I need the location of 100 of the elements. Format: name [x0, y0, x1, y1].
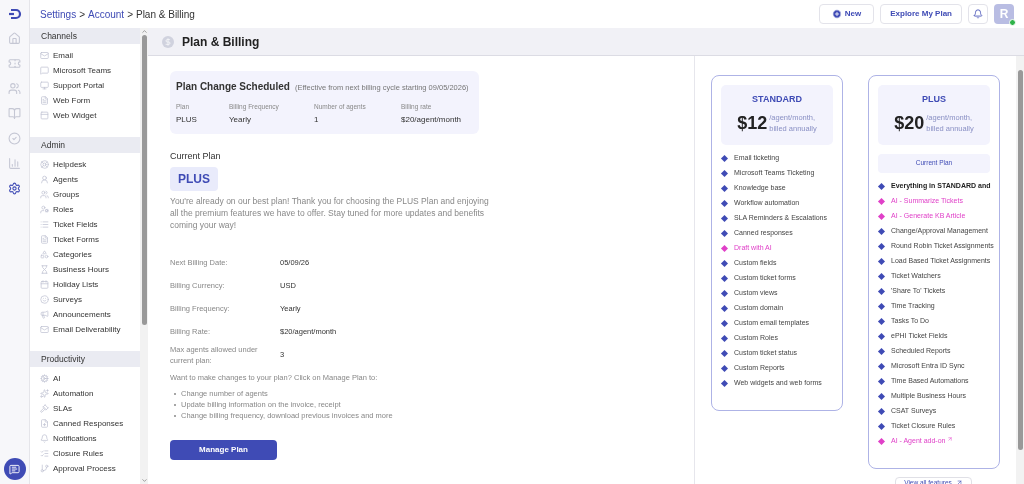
sidebar-item[interactable]: Categories	[30, 247, 140, 262]
page-scrollbar[interactable]	[1016, 56, 1024, 484]
diamond-bullet-icon	[877, 257, 886, 265]
bell-icon	[973, 9, 983, 19]
sidebar-item[interactable]: Surveys	[30, 292, 140, 307]
check-circle-icon[interactable]	[8, 132, 21, 145]
sidebar-item[interactable]: Groups	[30, 187, 140, 202]
lifebuoy-icon	[40, 160, 49, 169]
settings-icon[interactable]	[8, 182, 21, 195]
diamond-bullet-icon	[877, 272, 886, 280]
explore-plan-button[interactable]: Explore My Plan	[880, 4, 962, 24]
sidebar-item[interactable]: Notifications	[30, 431, 140, 446]
breadcrumb-link[interactable]: Settings	[40, 6, 77, 22]
diamond-bullet-icon	[877, 407, 886, 415]
external-link-icon	[947, 436, 954, 442]
sidebar-item[interactable]: Helpdesk	[30, 157, 140, 172]
sidebar-item[interactable]: Support Portal	[30, 78, 140, 93]
logo-icon[interactable]	[7, 7, 22, 21]
diamond-bullet-icon	[877, 392, 886, 400]
new-button[interactable]: New	[818, 4, 875, 24]
scroll-down-icon[interactable]	[140, 477, 148, 484]
diamond-bullet-icon	[720, 319, 729, 327]
hourglass-icon	[40, 265, 49, 274]
diamond-bullet-icon	[720, 274, 729, 282]
diamond-bullet-icon	[720, 199, 729, 207]
sidebar-item[interactable]: Email Deliverability	[30, 322, 140, 337]
diamond-bullet-icon	[720, 229, 729, 237]
sidebar-item[interactable]: Automation	[30, 386, 140, 401]
sidebar-item[interactable]: Web Widget	[30, 108, 140, 123]
window-icon	[40, 111, 49, 120]
manage-plan-button[interactable]: Manage Plan	[170, 439, 277, 460]
diamond-bullet-icon	[720, 214, 729, 222]
diamond-bullet-icon	[877, 437, 886, 445]
sidebar-item[interactable]: Email	[30, 48, 140, 63]
sidebar-item[interactable]: Announcements	[30, 307, 140, 322]
sidebar-section-header: Channels	[30, 28, 140, 44]
person-icon	[40, 175, 49, 184]
sidebar-item[interactable]: Agents	[30, 172, 140, 187]
diamond-bullet-icon	[877, 287, 886, 295]
chat-button[interactable]	[3, 458, 26, 480]
sidebar-item[interactable]: Ticket Forms	[30, 232, 140, 247]
shapes-icon	[40, 250, 49, 259]
bell-icon	[40, 434, 49, 443]
diamond-bullet-icon	[720, 244, 729, 252]
sidebar-item[interactable]: Microsoft Teams	[30, 63, 140, 78]
sidebar-item[interactable]: SLAs	[30, 401, 140, 416]
diamond-bullet-icon	[720, 364, 729, 372]
plan-price: $12	[737, 111, 768, 135]
book-icon[interactable]	[8, 107, 21, 120]
diamond-bullet-icon	[877, 302, 886, 310]
sidebar-item[interactable]: Canned Responses	[30, 416, 140, 431]
page-title: Plan & Billing	[182, 33, 260, 51]
field-value: 1	[314, 113, 320, 126]
diamond-bullet-icon	[877, 182, 886, 190]
card-title: Plan Change Scheduled	[176, 80, 290, 94]
diamond-bullet-icon	[720, 169, 729, 177]
sidebar-scrollbar[interactable]	[140, 28, 148, 484]
dollar-icon	[162, 35, 174, 48]
bar-chart-icon[interactable]	[8, 157, 21, 170]
sidebar-item[interactable]: Business Hours	[30, 262, 140, 277]
diamond-bullet-icon	[877, 317, 886, 325]
field-value: $20/agent/month	[401, 113, 463, 126]
document-icon	[40, 235, 49, 244]
home-icon[interactable]	[8, 32, 21, 45]
diamond-bullet-icon	[877, 227, 886, 235]
chat-icon	[40, 66, 49, 75]
scroll-up-icon[interactable]	[140, 28, 148, 35]
field-value: Yearly	[229, 113, 252, 126]
field-value: PLUS	[176, 113, 198, 126]
list-icon	[40, 220, 49, 229]
sidebar-item[interactable]: Holiday Lists	[30, 277, 140, 292]
diamond-bullet-icon	[720, 334, 729, 342]
ticket-icon[interactable]	[8, 57, 21, 70]
user-gear-icon	[40, 205, 49, 214]
sidebar-item[interactable]: Closure Rules	[30, 446, 140, 461]
sidebar-item[interactable]: Approval Process	[30, 461, 140, 476]
notifications-button[interactable]	[968, 4, 988, 24]
mail-icon	[40, 325, 49, 334]
diamond-bullet-icon	[877, 377, 886, 385]
calendar-icon	[40, 280, 49, 289]
sidebar-item[interactable]: Ticket Fields	[30, 217, 140, 232]
diamond-bullet-icon	[877, 332, 886, 340]
external-link-icon	[955, 478, 963, 484]
users-icon[interactable]	[8, 82, 21, 95]
sidebar-item[interactable]: Roles	[30, 202, 140, 217]
checklist-icon	[40, 449, 49, 458]
gear-icon	[40, 374, 49, 383]
breadcrumb-link[interactable]: Account	[88, 6, 125, 22]
diamond-bullet-icon	[720, 379, 729, 387]
smiley-icon	[40, 295, 49, 304]
breadcrumb-separator: >	[79, 7, 85, 22]
sidebar-item[interactable]: Web Form	[30, 93, 140, 108]
branch-icon	[40, 464, 49, 473]
mail-icon	[40, 51, 49, 60]
chat-icon	[9, 463, 20, 475]
sidebar-section-header: Productivity	[30, 351, 140, 367]
users-icon	[40, 190, 49, 199]
sidebar-item[interactable]: AI	[30, 371, 140, 386]
diamond-bullet-icon	[720, 304, 729, 312]
plus-icon	[831, 9, 842, 19]
